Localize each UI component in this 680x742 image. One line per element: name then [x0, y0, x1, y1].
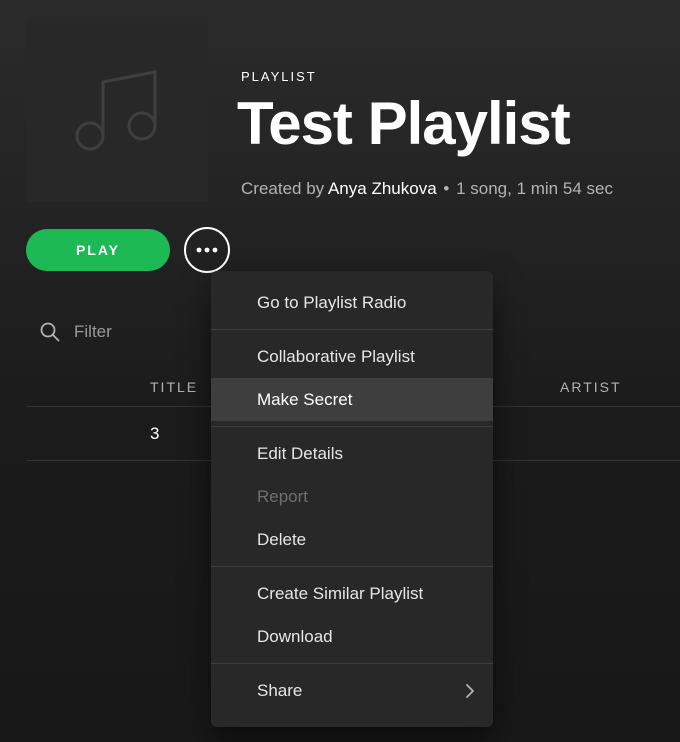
- search-icon: [40, 322, 60, 342]
- menu-item-delete[interactable]: Delete: [211, 518, 493, 561]
- menu-divider: [211, 329, 493, 330]
- menu-divider: [211, 426, 493, 427]
- page-title: Test Playlist: [237, 90, 571, 157]
- menu-item-make-secret[interactable]: Make Secret: [211, 378, 493, 421]
- filter-bar: [40, 320, 214, 344]
- context-menu: Go to Playlist Radio Collaborative Playl…: [211, 271, 493, 727]
- menu-item-edit-details[interactable]: Edit Details: [211, 432, 493, 475]
- chevron-right-icon: [466, 684, 474, 698]
- owner-link[interactable]: Anya Zhukova: [328, 179, 437, 198]
- more-options-icon: [196, 247, 218, 253]
- menu-item-report: Report: [257, 487, 309, 506]
- filter-input[interactable]: [74, 322, 214, 342]
- playlist-cover[interactable]: [26, 20, 208, 202]
- playlist-type-label: PLAYLIST: [241, 69, 317, 84]
- column-header-artist[interactable]: ARTIST: [560, 379, 622, 395]
- menu-item-share-label: Share: [257, 681, 303, 700]
- menu-item-go-to-playlist-radio[interactable]: Go to Playlist Radio: [211, 281, 493, 324]
- playlist-meta: Created by Anya Zhukova • 1 song, 1 min …: [241, 179, 613, 199]
- meta-separator: •: [443, 179, 450, 198]
- menu-item-collaborative-playlist[interactable]: Collaborative Playlist: [211, 335, 493, 378]
- menu-item-share[interactable]: Share: [211, 669, 493, 712]
- playlist-summary: 1 song, 1 min 54 sec: [456, 179, 613, 198]
- menu-divider: [211, 566, 493, 567]
- play-button[interactable]: PLAY: [26, 229, 170, 271]
- menu-item-download[interactable]: Download: [211, 615, 493, 658]
- menu-divider: [211, 663, 493, 664]
- more-options-button[interactable]: [184, 227, 230, 273]
- column-header-title[interactable]: TITLE: [150, 379, 198, 395]
- track-title: 3: [150, 424, 160, 443]
- created-by-label: Created by: [241, 179, 325, 198]
- music-note-icon: [75, 70, 157, 151]
- menu-item-create-similar-playlist[interactable]: Create Similar Playlist: [211, 572, 493, 615]
